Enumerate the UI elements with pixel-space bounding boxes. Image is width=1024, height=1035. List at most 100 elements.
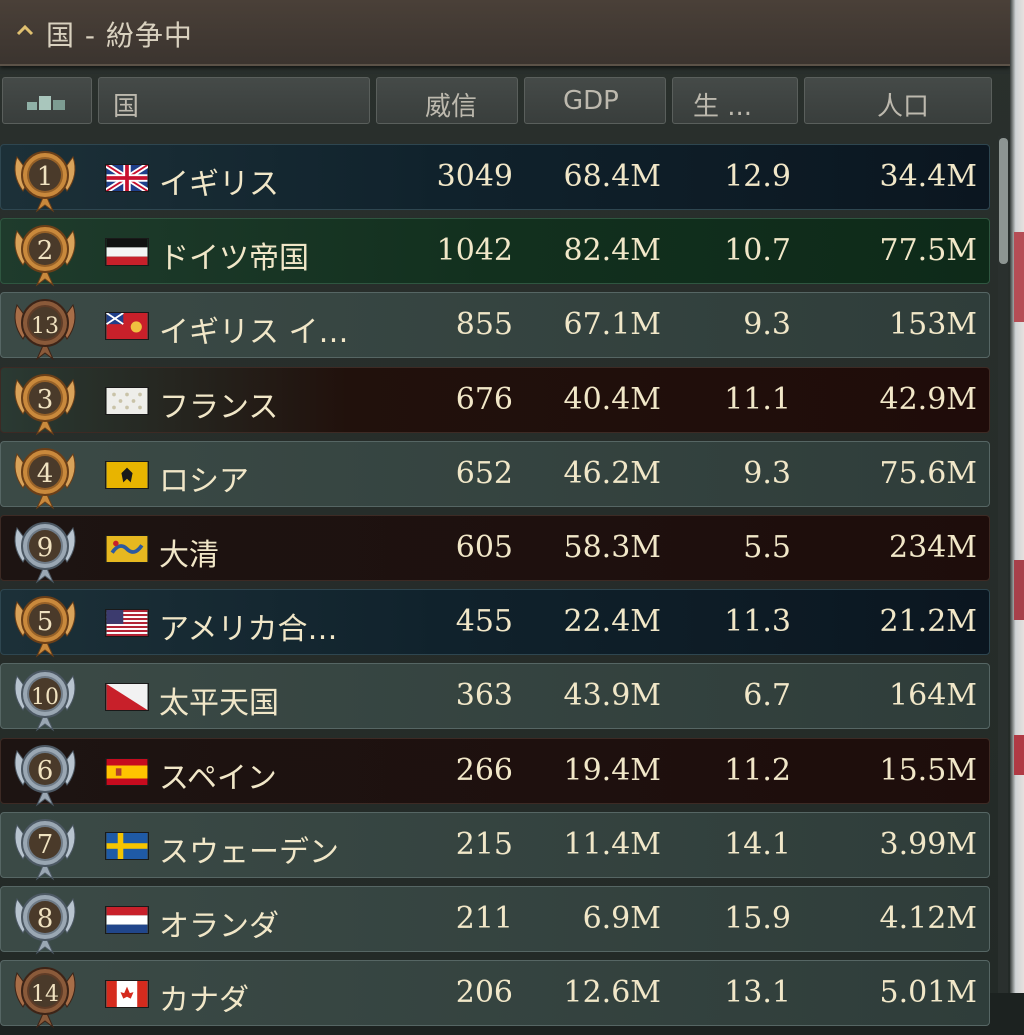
table-row[interactable]: 10 太平天国 363 43.9M 6.7 164M [0, 663, 990, 732]
country-name[interactable]: スペイン [159, 753, 277, 797]
country-flag-icon [105, 238, 149, 267]
gdp-value: 43.9M [563, 678, 661, 714]
rank-medal-icon: 3 [7, 364, 83, 438]
svg-text:4: 4 [37, 459, 54, 489]
prestige-column-header[interactable]: 威信 [376, 77, 518, 124]
gdp-value: 22.4M [563, 604, 661, 640]
gdp-value: 6.9M [582, 901, 661, 936]
country-name[interactable]: アメリカ合… [159, 604, 338, 648]
svg-text:14: 14 [31, 982, 59, 1007]
rank-medal-icon: 10 [7, 660, 83, 734]
gdp-value: 58.3M [563, 530, 661, 565]
rank-medal-icon: 9 [7, 512, 83, 586]
rank-sort-header[interactable] [2, 77, 92, 124]
country-flag-icon [105, 831, 149, 860]
population-value: 34.4M [879, 159, 977, 194]
table-row[interactable]: 1 イギリス 3049 68.4M 12.9 34.4M [0, 144, 990, 213]
rank-medal-icon: 13 [7, 289, 83, 363]
sol-value: 9.3 [743, 455, 791, 491]
population-value: 21.2M [879, 604, 977, 640]
svg-text:7: 7 [37, 830, 54, 860]
table-row[interactable]: 7 スウェーデン 215 11.4M 14.1 3.99M [0, 811, 990, 881]
ranking-icon [27, 96, 65, 110]
country-flag-icon [105, 609, 149, 638]
country-flag-icon [105, 460, 149, 489]
collapse-chevron-icon[interactable] [14, 20, 36, 42]
country-flag-icon [105, 312, 149, 341]
table-row[interactable]: 14 カナダ 206 12.6M 13.1 5.01M [0, 960, 990, 1029]
sol-value: 14.1 [724, 826, 791, 862]
map-edge [1010, 0, 1024, 993]
scrollbar-thumb[interactable] [999, 138, 1008, 264]
population-value: 42.9M [879, 381, 977, 417]
prestige-value: 605 [455, 530, 513, 565]
svg-text:8: 8 [37, 904, 54, 934]
gdp-value: 67.1M [563, 307, 661, 343]
table-row[interactable]: 6 スペイン 266 19.4M 11.2 15.5M [0, 737, 990, 807]
svg-text:13: 13 [31, 314, 59, 339]
table-row[interactable]: 2 ドイツ帝国 1042 82.4M 10.7 77.5M [0, 218, 990, 287]
population-value: 4.12M [879, 901, 977, 936]
country-name[interactable]: カナダ [159, 975, 249, 1019]
country-flag-icon [105, 757, 149, 786]
sol-value: 11.1 [724, 381, 791, 417]
svg-text:1: 1 [37, 162, 54, 192]
sol-value: 11.2 [724, 752, 791, 788]
country-flag-icon [105, 906, 149, 934]
svg-text:2: 2 [37, 236, 54, 266]
country-name[interactable]: ドイツ帝国 [159, 233, 309, 277]
country-name[interactable]: スウェーデン [159, 827, 339, 871]
gdp-value: 68.4M [563, 159, 661, 194]
svg-text:5: 5 [37, 607, 54, 637]
gdp-column-header[interactable]: GDP [524, 77, 666, 124]
country-column-header[interactable]: 国 [98, 77, 370, 124]
rank-medal-icon: 1 [7, 141, 83, 215]
table-row[interactable]: 9 大清 605 58.3M 5.5 234M [0, 515, 990, 584]
country-flag-icon [105, 980, 149, 1009]
rank-medal-icon: 8 [7, 883, 83, 957]
population-value: 164M [889, 678, 977, 714]
rank-medal-icon: 5 [7, 586, 83, 660]
scrollbar-track[interactable] [998, 136, 1008, 993]
country-name[interactable]: イギリス イ… [159, 307, 349, 351]
country-flag-icon [105, 386, 149, 415]
population-value: 77.5M [879, 233, 977, 269]
table-row[interactable]: 8 オランダ 211 6.9M 15.9 4.12M [0, 886, 990, 955]
prestige-value: 215 [455, 826, 513, 862]
country-name[interactable]: ロシア [159, 456, 249, 500]
country-name[interactable]: イギリス [159, 159, 279, 203]
population-value: 234M [889, 530, 977, 565]
country-name[interactable]: 大清 [159, 530, 219, 574]
sol-value: 15.9 [724, 901, 791, 936]
sol-column-header[interactable]: 生 ... [672, 77, 798, 124]
country-name[interactable]: フランス [159, 382, 278, 426]
population-header-label: 人口 [876, 92, 929, 122]
panel-header[interactable]: 国 - 紛争中 [0, 0, 1010, 66]
country-flag-icon [105, 683, 149, 712]
prestige-value: 455 [455, 604, 513, 640]
country-name[interactable]: 太平天国 [159, 678, 279, 722]
svg-text:10: 10 [31, 685, 59, 710]
gdp-value: 46.2M [563, 455, 661, 491]
rank-medal-icon: 2 [7, 215, 83, 289]
sol-value: 6.7 [743, 678, 791, 714]
rank-medal-icon: 14 [7, 957, 83, 1031]
sol-value: 5.5 [743, 530, 791, 565]
gdp-header-label: GDP [563, 86, 619, 116]
prestige-value: 652 [455, 455, 513, 491]
table-row[interactable]: 3 フランス 676 40.4M 11.1 42.9M [0, 366, 990, 436]
gdp-value: 40.4M [563, 381, 661, 417]
sol-header-label: 生 ... [693, 92, 753, 122]
gdp-value: 82.4M [563, 233, 661, 269]
population-column-header[interactable]: 人口 [804, 77, 992, 124]
table-row[interactable]: 13 イギリス イ… 855 67.1M 9.3 153M [0, 292, 990, 361]
prestige-value: 266 [455, 752, 513, 788]
table-row[interactable]: 4 ロシア 652 46.2M 9.3 75.6M [0, 440, 990, 510]
population-value: 15.5M [879, 752, 977, 788]
rank-medal-icon: 7 [7, 809, 83, 883]
panel-title: 国 - 紛争中 [46, 19, 193, 52]
prestige-value: 211 [455, 901, 513, 936]
country-name[interactable]: オランダ [159, 901, 279, 945]
table-row[interactable]: 5 アメリカ合… 455 22.4M 11.3 21.2M [0, 589, 990, 658]
prestige-header-label: 威信 [424, 92, 477, 122]
